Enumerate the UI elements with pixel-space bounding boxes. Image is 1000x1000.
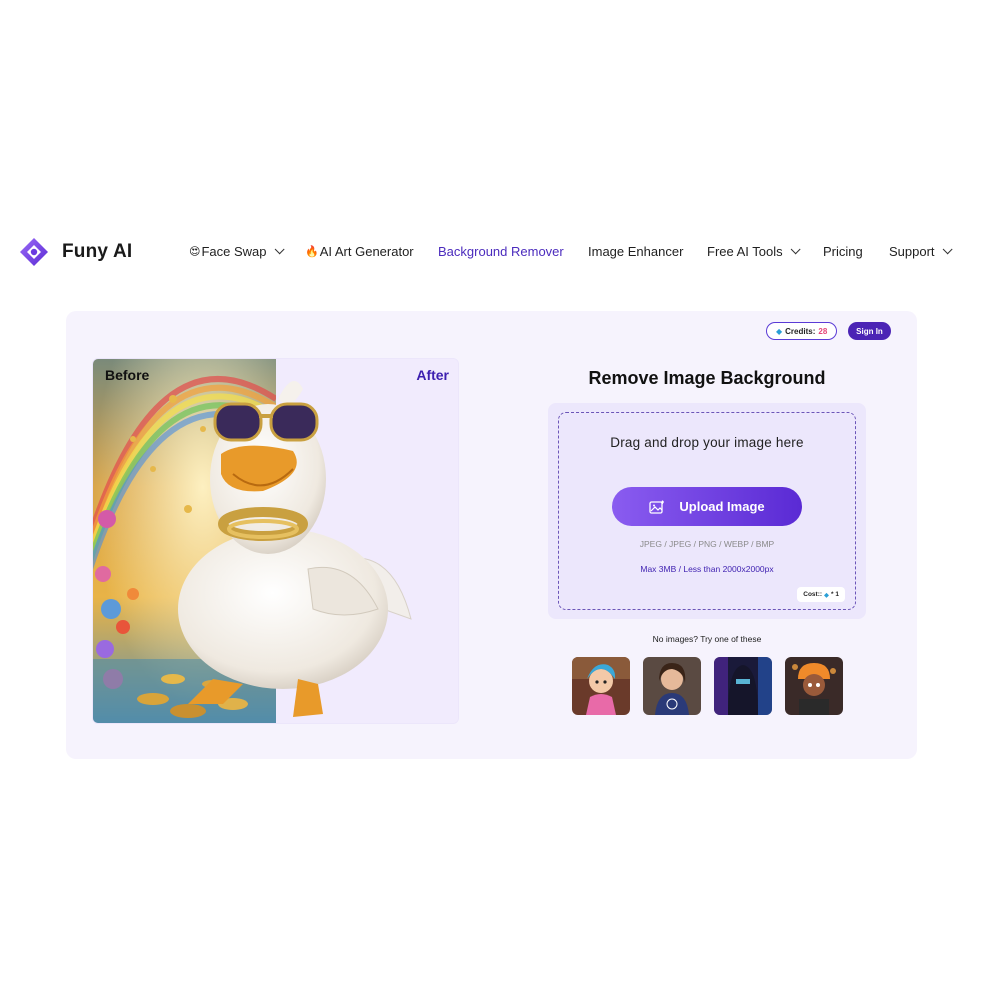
nav-free-ai-tools-label: Free AI Tools xyxy=(707,244,783,259)
before-after-comparison[interactable]: Before After xyxy=(92,358,459,724)
nav-ai-art-generator[interactable]: 🔥 AI Art Generator xyxy=(305,244,414,259)
nav-support-label: Support xyxy=(889,244,935,259)
nav-pricing[interactable]: Pricing xyxy=(823,244,863,259)
fire-icon: 🔥 xyxy=(305,246,319,258)
nav-ai-art-generator-label: AI Art Generator xyxy=(319,244,414,259)
sample-image-2[interactable] xyxy=(643,657,701,715)
top-nav: Funy AI 😍 Face Swap 🔥 AI Art Generator B… xyxy=(0,232,1000,276)
cost-value: * 1 xyxy=(831,591,839,598)
image-upload-icon xyxy=(649,500,665,514)
gem-icon: ◆ xyxy=(824,591,830,599)
page-title: Remove Image Background xyxy=(588,368,826,388)
sample-image-4[interactable] xyxy=(785,657,843,715)
sample-images xyxy=(572,657,844,715)
nav-face-swap[interactable]: 😍 Face Swap xyxy=(189,244,285,259)
nav-pricing-label: Pricing xyxy=(823,244,863,259)
credits-label: Credits: xyxy=(785,326,816,336)
duck-illustration xyxy=(178,381,412,717)
supported-formats: JPEG / JPEG / PNG / WEBP / BMP xyxy=(639,539,775,549)
sample-kid-motorbike-image xyxy=(785,657,843,715)
smiling-face-icon: 😍 xyxy=(189,246,201,258)
sample-prompt: No images? Try one of these xyxy=(652,634,762,644)
drop-zone-text: Drag and drop your image here xyxy=(610,435,804,450)
cost-label: Cost:: xyxy=(803,591,823,598)
gem-icon: ◆ xyxy=(776,326,783,336)
credits-badge[interactable]: ◆ Credits: 28 xyxy=(766,322,838,340)
sign-in-button[interactable]: Sign In xyxy=(848,322,891,340)
sample-girl-cartoon-image xyxy=(572,657,630,715)
nav-image-enhancer-label: Image Enhancer xyxy=(588,244,684,259)
nav-support[interactable]: Support xyxy=(889,244,953,259)
nav-face-swap-label: Face Swap xyxy=(201,244,267,259)
sample-hooded-figure-image xyxy=(714,657,772,715)
sample-woman-smiling-image xyxy=(643,657,701,715)
sample-image-1[interactable] xyxy=(572,657,630,715)
nav-free-ai-tools[interactable]: Free AI Tools xyxy=(707,244,801,259)
upload-panel: Drag and drop your image here Upload Ima… xyxy=(548,403,866,619)
chevron-down-icon xyxy=(942,244,953,255)
credits-value: 28 xyxy=(818,326,828,336)
upload-image-button[interactable]: Upload Image xyxy=(612,487,802,526)
nav-background-remover-label: Background Remover xyxy=(438,244,564,259)
cost-badge: Cost:: ◆ * 1 xyxy=(797,587,845,602)
max-size-info: Max 3MB / Less than 2000x2000px xyxy=(640,564,774,574)
drop-zone[interactable]: Drag and drop your image here Upload Ima… xyxy=(558,412,856,610)
tool-card: ◆ Credits: 28 Sign In Before After Remov… xyxy=(66,311,917,759)
nav-background-remover[interactable]: Background Remover xyxy=(438,244,564,259)
upload-image-label: Upload Image xyxy=(679,499,765,514)
nav-image-enhancer[interactable]: Image Enhancer xyxy=(588,244,683,259)
chevron-down-icon xyxy=(790,244,801,255)
chevron-down-icon xyxy=(274,244,285,255)
sample-image-3[interactable] xyxy=(714,657,772,715)
